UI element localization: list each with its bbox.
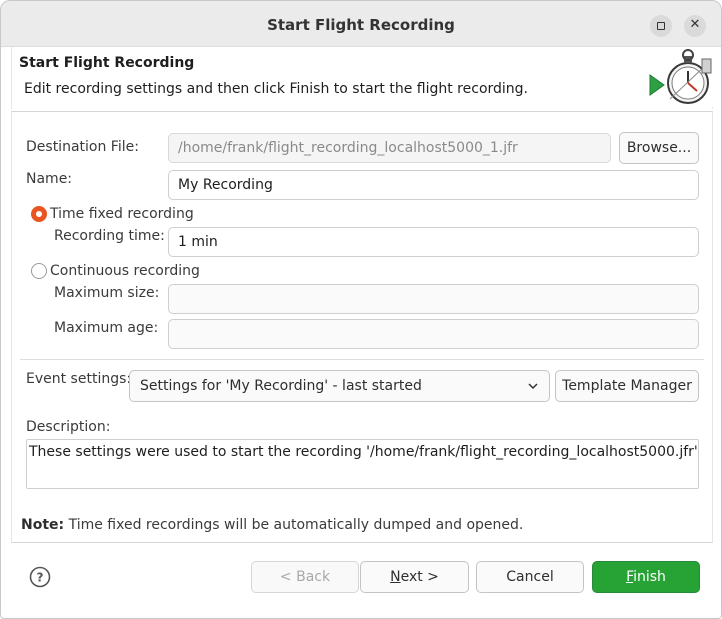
continuous-radio[interactable] <box>31 263 47 279</box>
time-fixed-label[interactable]: Time fixed recording <box>50 206 194 222</box>
event-settings-dropdown[interactable]: Settings for 'My Recording' - last start… <box>129 370 550 402</box>
window-title: Start Flight Recording <box>267 16 455 34</box>
title-bar: Start Flight Recording ✕ <box>1 1 721 47</box>
help-icon[interactable]: ? <box>29 566 51 588</box>
finish-button[interactable]: Finish <box>592 561 700 593</box>
event-settings-value: Settings for 'My Recording' - last start… <box>140 378 422 394</box>
description-textarea[interactable]: These settings were used to start the re… <box>26 439 699 489</box>
wizard-header: Start Flight Recording Edit recording se… <box>11 47 714 109</box>
minimize-icon <box>657 22 665 30</box>
stopwatch-wizard-icon <box>646 47 714 107</box>
browse-button[interactable]: Browse... <box>619 132 699 164</box>
dialog-window: Start Flight Recording ✕ Start Flight Re… <box>0 0 722 619</box>
note-message: Time fixed recordings will be automatica… <box>64 517 524 533</box>
cancel-button[interactable]: Cancel <box>476 561 584 593</box>
max-age-input[interactable] <box>168 319 699 349</box>
next-label-rest: ext > <box>400 569 439 585</box>
event-settings-label: Event settings: <box>26 371 132 387</box>
settings-panel: Destination File: /home/frank/flight_rec… <box>11 111 713 543</box>
name-input[interactable]: My Recording <box>168 170 699 200</box>
name-label: Name: <box>26 171 73 187</box>
max-age-label: Maximum age: <box>54 320 159 336</box>
destination-file-field: /home/frank/flight_recording_localhost50… <box>168 133 611 163</box>
chevron-down-icon <box>528 383 538 390</box>
next-mnemonic: N <box>390 569 401 585</box>
close-icon: ✕ <box>689 17 701 32</box>
minimize-button[interactable] <box>650 15 672 37</box>
back-button[interactable]: < Back <box>251 561 359 593</box>
description-label: Description: <box>26 419 111 435</box>
svg-text:?: ? <box>37 571 44 585</box>
page-message: Edit recording settings and then click F… <box>24 81 528 97</box>
recording-time-label: Recording time: <box>54 228 165 244</box>
continuous-label[interactable]: Continuous recording <box>50 263 200 279</box>
max-size-label: Maximum size: <box>54 285 160 301</box>
close-button[interactable]: ✕ <box>684 15 706 37</box>
page-title: Start Flight Recording <box>19 55 195 71</box>
next-button[interactable]: Next > <box>360 561 469 593</box>
time-fixed-radio[interactable] <box>31 206 47 222</box>
max-size-input[interactable] <box>168 284 699 314</box>
finish-label-rest: inish <box>633 569 666 585</box>
section-divider <box>20 359 704 360</box>
template-manager-button[interactable]: Template Manager <box>555 370 699 402</box>
note-bold: Note: <box>21 517 65 533</box>
recording-time-input[interactable]: 1 min <box>168 227 699 257</box>
destination-label: Destination File: <box>26 139 139 155</box>
note-text: Note: Time fixed recordings will be auto… <box>21 517 523 533</box>
